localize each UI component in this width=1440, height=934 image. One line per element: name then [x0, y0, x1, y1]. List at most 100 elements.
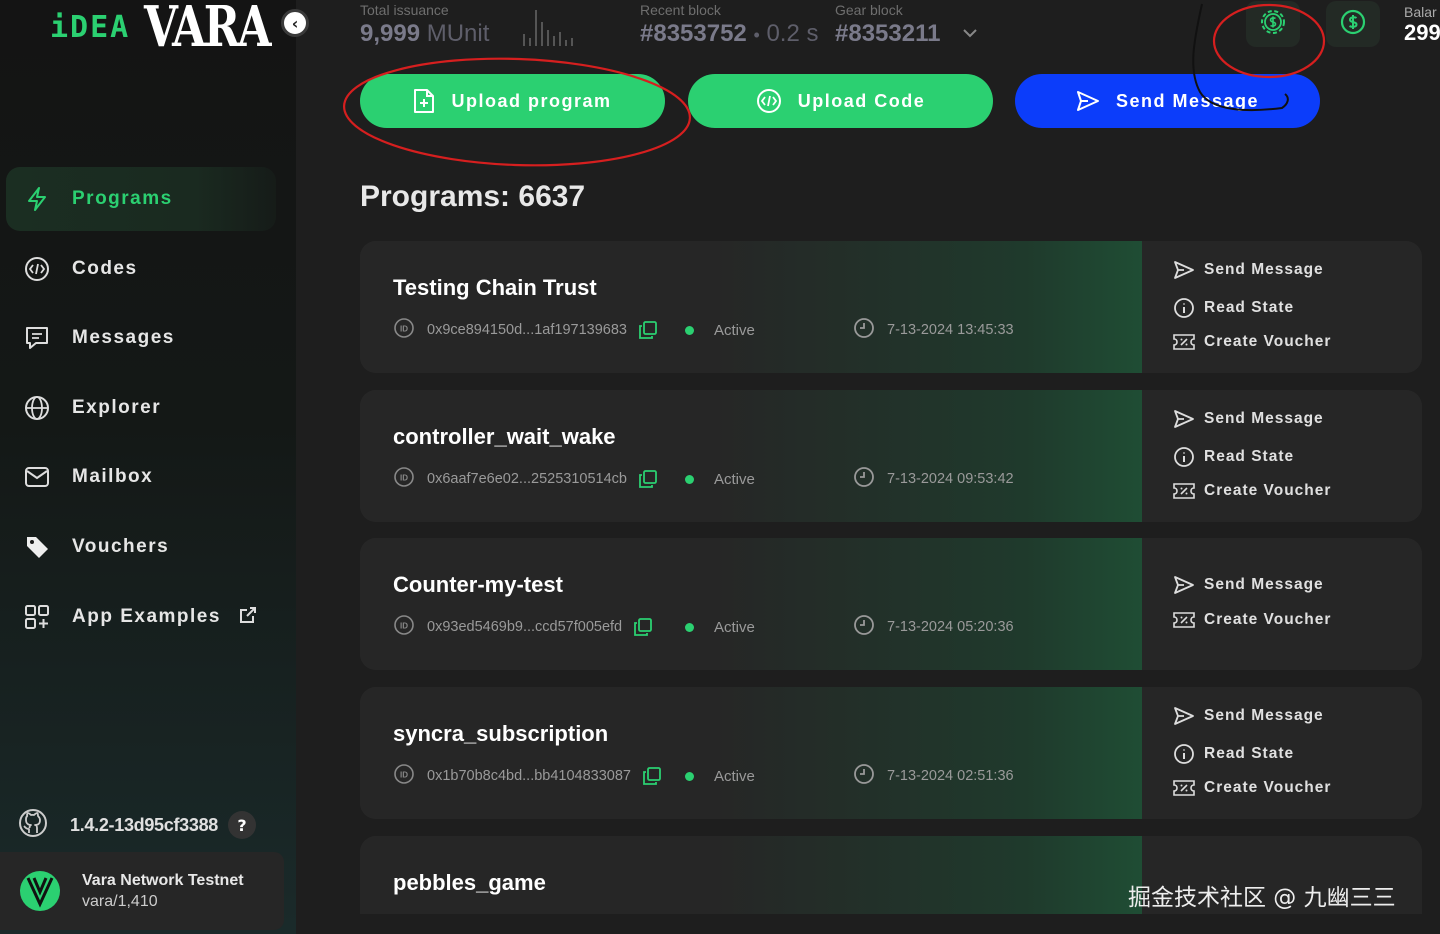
- version-text: 1.4.2-13d95cf3388: [70, 814, 219, 835]
- read-state-link[interactable]: Read State: [1172, 743, 1294, 765]
- clock-icon: [853, 317, 875, 343]
- lightning-icon: [24, 186, 50, 212]
- grid-plus-icon: [24, 604, 50, 630]
- program-card: Counter-my-test ID 0x93ed5469b9...ccd57f…: [360, 538, 1422, 670]
- program-id: 0x1b70b8c4bd...bb4104833087: [427, 768, 631, 784]
- send-message-link[interactable]: Send Message: [1172, 575, 1324, 595]
- voucher-icon: [1172, 333, 1196, 351]
- create-voucher-label: Create Voucher: [1204, 482, 1332, 499]
- page-title: Programs: 6637: [360, 180, 586, 213]
- create-voucher-link[interactable]: Create Voucher: [1172, 333, 1331, 351]
- program-id: 0x6aaf7e6e02...2525310514cb: [427, 471, 627, 487]
- sidebar-item-label: Vouchers: [72, 535, 170, 557]
- send-icon: [1172, 575, 1196, 595]
- send-icon: [1076, 90, 1100, 112]
- total-issuance: Total issuance 9,999 MUnit: [360, 2, 489, 48]
- recent-block: Recent block #8353752 • 0.2 s: [640, 2, 819, 47]
- status-dot: [685, 474, 694, 484]
- help-button[interactable]: ?: [228, 811, 257, 839]
- program-card: syncra_subscription ID 0x1b70b8c4bd...bb…: [360, 687, 1422, 819]
- sidebar-item-messages[interactable]: Messages: [6, 306, 276, 370]
- file-plus-icon: [413, 88, 435, 114]
- status-text: Active: [714, 470, 755, 488]
- sidebar-item-codes[interactable]: Codes: [6, 237, 276, 301]
- sidebar-item-app-examples[interactable]: App Examples: [6, 585, 276, 649]
- info-icon: [1172, 297, 1196, 319]
- sidebar-item-label: Messages: [72, 327, 175, 349]
- sidebar-item-label: Explorer: [72, 396, 162, 418]
- svg-text:ID: ID: [400, 325, 408, 334]
- chevron-down-icon[interactable]: [962, 22, 978, 43]
- send-message-label: Send Message: [1204, 576, 1324, 593]
- program-timestamp: 7-13-2024 09:53:42: [887, 471, 1014, 487]
- status-text: Active: [714, 618, 755, 636]
- send-message-button[interactable]: Send Message: [1015, 74, 1320, 128]
- chevron-left-icon: ‹: [291, 13, 299, 33]
- info-icon: [1172, 446, 1196, 468]
- sidebar-item-label: Programs: [72, 188, 173, 209]
- sidebar-item-label: Mailbox: [72, 466, 154, 488]
- send-message-label: Send Message: [1204, 261, 1324, 278]
- sidebar: iDEA VARA Programs Codes Messages Explor…: [0, 0, 296, 934]
- create-voucher-link[interactable]: Create Voucher: [1172, 611, 1331, 629]
- read-state-link[interactable]: Read State: [1172, 446, 1294, 468]
- clock-icon: [853, 466, 875, 492]
- clock-icon: [853, 614, 875, 640]
- idea-logo: iDEA: [50, 10, 131, 45]
- upload-code-button[interactable]: Upload Code: [688, 74, 993, 128]
- send-message-label: Send Message: [1204, 410, 1324, 427]
- issuance-sparkline: [522, 8, 578, 52]
- send-icon: [1172, 706, 1196, 726]
- create-voucher-label: Create Voucher: [1204, 779, 1332, 796]
- program-name[interactable]: syncra_subscription: [393, 721, 608, 747]
- code-icon: [24, 256, 50, 282]
- watermark: 掘金技术社区 @ 九幽三三: [1128, 885, 1396, 911]
- network-selector[interactable]: Vara Network Testnet vara/1,410: [0, 852, 284, 930]
- sidebar-item-programs[interactable]: Programs: [6, 167, 276, 231]
- balance-button[interactable]: [1326, 1, 1380, 47]
- id-icon: ID: [393, 466, 415, 492]
- program-name[interactable]: Counter-my-test: [393, 572, 563, 598]
- sidebar-item-vouchers[interactable]: Vouchers: [6, 515, 276, 579]
- copy-icon[interactable]: [639, 321, 657, 339]
- program-name[interactable]: controller_wait_wake: [393, 424, 616, 450]
- send-message-link[interactable]: Send Message: [1172, 409, 1324, 429]
- sidebar-item-label: Codes: [72, 257, 138, 279]
- sidebar-item-mailbox[interactable]: Mailbox: [6, 445, 276, 509]
- program-id: 0x93ed5469b9...ccd57f005efd: [427, 619, 623, 635]
- svg-text:ID: ID: [400, 771, 408, 780]
- sidebar-item-label: App Examples: [72, 605, 221, 627]
- program-timestamp: 7-13-2024 02:51:36: [887, 768, 1014, 784]
- send-message-link[interactable]: Send Message: [1172, 706, 1324, 726]
- send-message-label: Send Message: [1204, 707, 1324, 724]
- upload-program-label: Upload program: [451, 90, 612, 111]
- voucher-icon: [1172, 779, 1196, 797]
- sidebar-item-explorer[interactable]: Explorer: [6, 376, 276, 440]
- program-card: controller_wait_wake ID 0x6aaf7e6e02...2…: [360, 390, 1422, 522]
- send-message-link[interactable]: Send Message: [1172, 260, 1324, 280]
- voucher-icon: [1172, 611, 1196, 629]
- github-icon[interactable]: [18, 808, 48, 842]
- info-icon: [1172, 743, 1196, 765]
- program-id: 0x9ce894150d...1af197139683: [427, 322, 627, 338]
- vara-network-icon: [20, 871, 60, 911]
- balance-label: Balar: [1404, 4, 1437, 20]
- program-name[interactable]: Testing Chain Trust: [393, 275, 597, 301]
- code-icon: [756, 88, 782, 114]
- sidebar-nav: Programs Codes Messages Explorer Mailbox: [6, 167, 276, 654]
- create-voucher-label: Create Voucher: [1204, 611, 1332, 628]
- send-icon: [1172, 260, 1196, 280]
- create-voucher-link[interactable]: Create Voucher: [1172, 482, 1331, 500]
- upload-program-button[interactable]: Upload program: [360, 74, 665, 128]
- copy-icon[interactable]: [643, 767, 661, 785]
- read-state-label: Read State: [1204, 745, 1295, 762]
- sidebar-collapse-button[interactable]: ‹: [281, 9, 309, 37]
- program-name[interactable]: pebbles_game: [393, 870, 546, 896]
- copy-icon[interactable]: [634, 618, 653, 636]
- create-voucher-link[interactable]: Create Voucher: [1172, 779, 1331, 797]
- settings-button[interactable]: [1246, 1, 1300, 47]
- svg-text:ID: ID: [400, 622, 408, 631]
- copy-icon[interactable]: [639, 470, 657, 488]
- read-state-label: Read State: [1204, 299, 1295, 316]
- read-state-link[interactable]: Read State: [1172, 297, 1294, 319]
